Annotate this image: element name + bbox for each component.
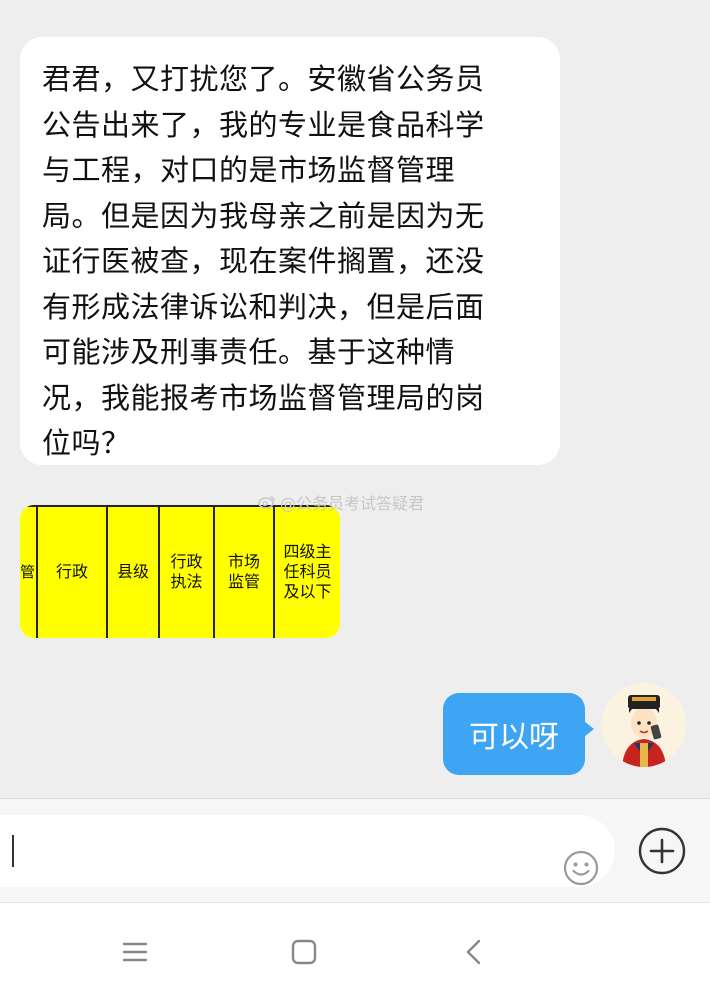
table-cell-department: 市场 监管 <box>215 505 275 638</box>
message-line: 可能涉及刑事责任。基于这种情 <box>42 335 456 369</box>
cell-text: 行政 <box>55 561 88 581</box>
incoming-image-message[interactable]: 管 行政 县级 行政 执法 市场 监管 四级主 任科员 及以下 <box>20 505 340 638</box>
table-cell-rank: 四级主 任科员 及以下 <box>275 505 340 638</box>
plus-circle-icon[interactable] <box>637 826 687 876</box>
smiley-icon[interactable] <box>562 849 600 887</box>
weibo-watermark: @公务员考试答疑君 <box>258 490 424 514</box>
message-line: 局。但是因为我母亲之前是因为无 <box>42 198 485 233</box>
system-nav-bar <box>0 902 710 1001</box>
message-line: 位吗？ <box>42 426 131 460</box>
table-cell-duty: 行政 执法 <box>160 505 215 638</box>
job-table-image: 管 行政 县级 行政 执法 市场 监管 四级主 任科员 及以下 <box>20 505 340 638</box>
cell-text: 市场 <box>227 551 260 571</box>
message-line: 与工程，对口的是市场监督管理 <box>42 153 456 187</box>
avatar[interactable] <box>602 683 686 767</box>
cell-text: 县级 <box>116 561 149 581</box>
cartoon-avatar-icon <box>602 683 686 767</box>
message-line: 有形成法律诉讼和判决，但是后面 <box>42 289 485 324</box>
incoming-message-bubble[interactable]: 君君，又打扰您了。安徽省公务员 公告出来了，我的专业是食品科学 与工程，对口的是… <box>20 37 560 465</box>
outgoing-message-text: 可以呀 <box>469 720 559 755</box>
cell-text: 行政 <box>170 551 203 571</box>
home-square-icon[interactable] <box>289 937 319 967</box>
outgoing-message-bubble[interactable]: 可以呀 <box>443 693 594 775</box>
message-input[interactable] <box>0 815 615 887</box>
back-chevron-icon[interactable] <box>460 937 490 967</box>
weibo-logo-icon <box>258 496 275 509</box>
message-line: 证行医被查，现在案件搁置，还没 <box>42 244 485 278</box>
cell-text: 管 <box>20 562 36 581</box>
menu-icon[interactable] <box>120 937 150 967</box>
watermark-text: @公务员考试答疑君 <box>280 494 425 513</box>
table-cell-category: 行政 <box>38 505 108 638</box>
chat-area[interactable]: 君君，又打扰您了。安徽省公务员 公告出来了，我的专业是食品科学 与工程，对口的是… <box>0 0 710 798</box>
message-line: 公告出来了，我的专业是食品科学 <box>42 107 485 142</box>
message-line: 况，我能报考市场监督管理局的岗 <box>42 380 485 415</box>
message-line: 君君，又打扰您了。安徽省公务员 <box>42 62 485 96</box>
text-caret <box>12 835 14 867</box>
table-cell-level: 县级 <box>108 505 160 638</box>
cell-text: 执法 <box>170 571 203 591</box>
input-bar <box>0 798 710 903</box>
cell-text: 任科员 <box>283 561 332 581</box>
cell-text: 四级主 <box>283 541 332 561</box>
cell-text: 监管 <box>227 571 260 591</box>
table-cell-partial: 管 <box>20 505 38 638</box>
cell-text: 及以下 <box>283 581 332 601</box>
